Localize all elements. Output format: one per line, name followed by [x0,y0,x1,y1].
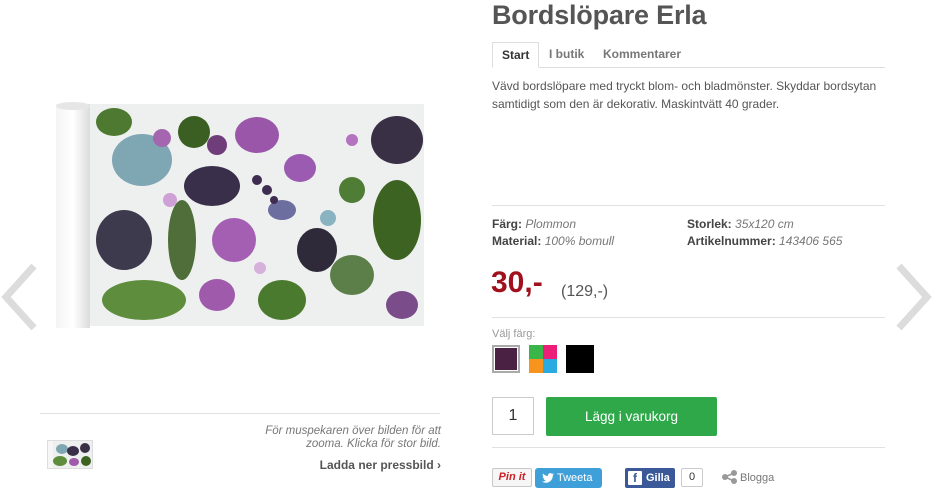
spec-material: Material: 100% bomull [492,234,614,248]
product-thumbnail[interactable] [47,440,93,469]
tweet-label: Tweeta [557,472,593,484]
product-title: Bordslöpare Erla [492,0,707,30]
product-description: Vävd bordslöpare med tryckt blom- och bl… [492,79,877,111]
chevron-right-icon[interactable] [893,262,933,332]
divider [492,447,885,448]
tweet-button[interactable]: Tweeta [535,468,602,488]
facebook-like-button[interactable]: f Gilla [625,468,675,488]
price: 30,- [491,266,543,299]
product-tabs: Start I butik Kommentarer [492,42,885,68]
twitter-bird-icon [542,473,554,483]
add-to-cart-button[interactable]: Lägg i varukorg [546,397,717,436]
spec-article-label: Artikelnummer: [687,234,776,248]
facebook-like-label: Gilla [646,472,670,484]
color-swatch-svart[interactable] [566,345,594,373]
quantity-input[interactable] [492,397,534,435]
choose-color-label: Välj färg: [492,328,536,340]
spec-color-value: Plommon [525,217,577,231]
spec-color-label: Färg: [492,217,522,231]
spec-article: Artikelnummer: 143406 565 [687,234,842,248]
spec-article-value: 143406 565 [779,234,843,248]
spec-size-label: Storlek: [687,217,732,231]
divider [492,317,885,318]
download-press-image-link[interactable]: Ladda ner pressbild › [280,458,441,472]
facebook-icon: f [628,471,642,485]
spec-color: Färg: Plommon [492,217,576,231]
product-image[interactable] [52,100,426,330]
spec-size: Storlek: 35x120 cm [687,217,794,231]
tab-kommentarer[interactable]: Kommentarer [603,42,681,66]
original-price: (129,-) [561,283,609,300]
chevron-left-icon[interactable] [0,262,40,332]
tab-i-butik[interactable]: I butik [549,42,584,66]
blog-label: Blogga [740,472,775,484]
spec-material-label: Material: [492,234,542,248]
zoom-hint: För muspekaren över bilden för att zooma… [265,425,441,450]
spec-size-value: 35x120 cm [735,217,794,231]
color-swatch-multi[interactable] [529,345,557,373]
divider [492,205,885,206]
pinterest-button[interactable]: Pin it [492,468,532,487]
color-swatch-plommon[interactable] [492,345,520,373]
tab-start[interactable]: Start [492,42,540,68]
facebook-like-count: 0 [681,468,703,487]
spec-material-value: 100% bomull [544,234,615,248]
share-icon [722,470,737,484]
divider [40,413,440,414]
blog-share-button[interactable]: Blogga [722,469,774,487]
